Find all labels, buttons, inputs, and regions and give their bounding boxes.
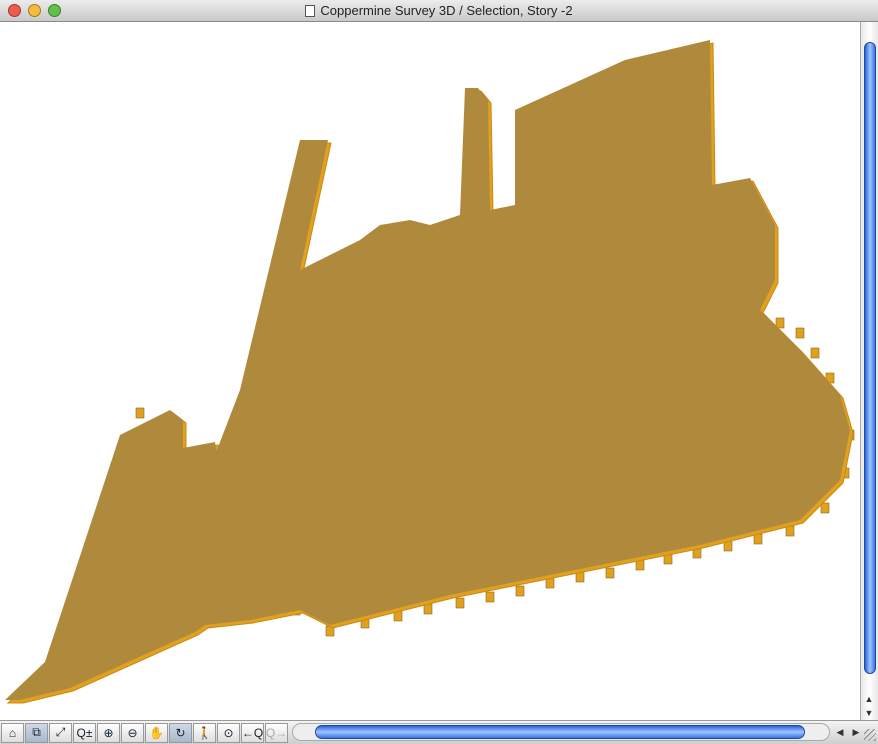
pan-hand-icon: ✋ — [149, 725, 164, 740]
zoom-box-icon: ⧉ — [32, 725, 41, 739]
slab-stub — [753, 533, 763, 545]
3d-view-button[interactable]: ⌂ — [1, 722, 24, 743]
fit-button[interactable]: ⤢ — [49, 722, 72, 743]
zoom-out-button[interactable]: ⊖ — [121, 722, 144, 743]
walk-icon: 🚶 — [197, 725, 212, 740]
zoom-button[interactable] — [48, 4, 61, 17]
slab-stub — [795, 327, 805, 339]
slab-model — [5, 40, 855, 704]
3d-view-icon: ⌂ — [8, 725, 17, 740]
scroll-up-arrow[interactable]: ▲ — [861, 694, 877, 704]
previous-zoom-button[interactable]: ←Q — [241, 722, 264, 743]
slab-stub — [423, 603, 433, 615]
resize-grip[interactable] — [864, 729, 876, 741]
zoom-box-button[interactable]: ⧉ — [25, 722, 48, 743]
slab-stub — [515, 585, 525, 597]
zoom-out-icon: ⊖ — [127, 725, 138, 740]
scroll-down-arrow[interactable]: ▼ — [861, 708, 877, 718]
orbit-icon: ↻ — [175, 725, 186, 740]
fit-window-button[interactable]: ⊙ — [217, 722, 240, 743]
minimize-button[interactable] — [28, 4, 41, 17]
slab-stub — [785, 525, 795, 537]
scroll-left-arrow[interactable]: ◀ — [832, 727, 848, 738]
next-zoom-icon: Q→ — [265, 725, 288, 740]
document-icon — [305, 4, 316, 17]
slab-stub — [485, 591, 495, 603]
slab-stub — [135, 407, 145, 419]
walk-button[interactable]: 🚶 — [193, 722, 216, 743]
next-zoom-button[interactable]: Q→ — [265, 722, 288, 743]
fit-window-icon: ⊙ — [223, 725, 234, 740]
horizontal-scrollbar[interactable] — [292, 723, 830, 741]
window-title: Coppermine Survey 3D / Selection, Story … — [320, 3, 573, 18]
orbit-button[interactable]: ↻ — [169, 722, 192, 743]
zoom-in-icon: ⊕ — [103, 725, 114, 740]
previous-zoom-icon: ←Q — [241, 725, 264, 740]
slab-stub — [810, 347, 820, 359]
slab-stub — [605, 567, 615, 579]
3d-view-canvas[interactable] — [0, 22, 860, 720]
title-bar: Coppermine Survey 3D / Selection, Story … — [0, 0, 878, 22]
fit-icon: ⤢ — [55, 725, 66, 739]
horizontal-scroll-thumb[interactable] — [315, 725, 805, 739]
zoom-in-button[interactable]: ⊕ — [97, 722, 120, 743]
pan-hand-button[interactable]: ✋ — [145, 722, 168, 743]
close-button[interactable] — [8, 4, 21, 17]
zoom-plusminus-icon: Q± — [76, 725, 93, 740]
navigation-toolbar: ⌂ ⧉ ⤢ Q± ⊕ ⊖ ✋ ↻ 🚶 ⊙ ←Q Q→ ◀ ▶ — [0, 720, 878, 744]
vertical-scroll-thumb[interactable] — [864, 42, 876, 674]
slab-stub — [455, 597, 465, 609]
scroll-right-arrow[interactable]: ▶ — [848, 727, 864, 738]
vertical-scrollbar[interactable]: ▲ ▼ — [860, 22, 878, 720]
zoom-plusminus-button[interactable]: Q± — [73, 722, 96, 743]
